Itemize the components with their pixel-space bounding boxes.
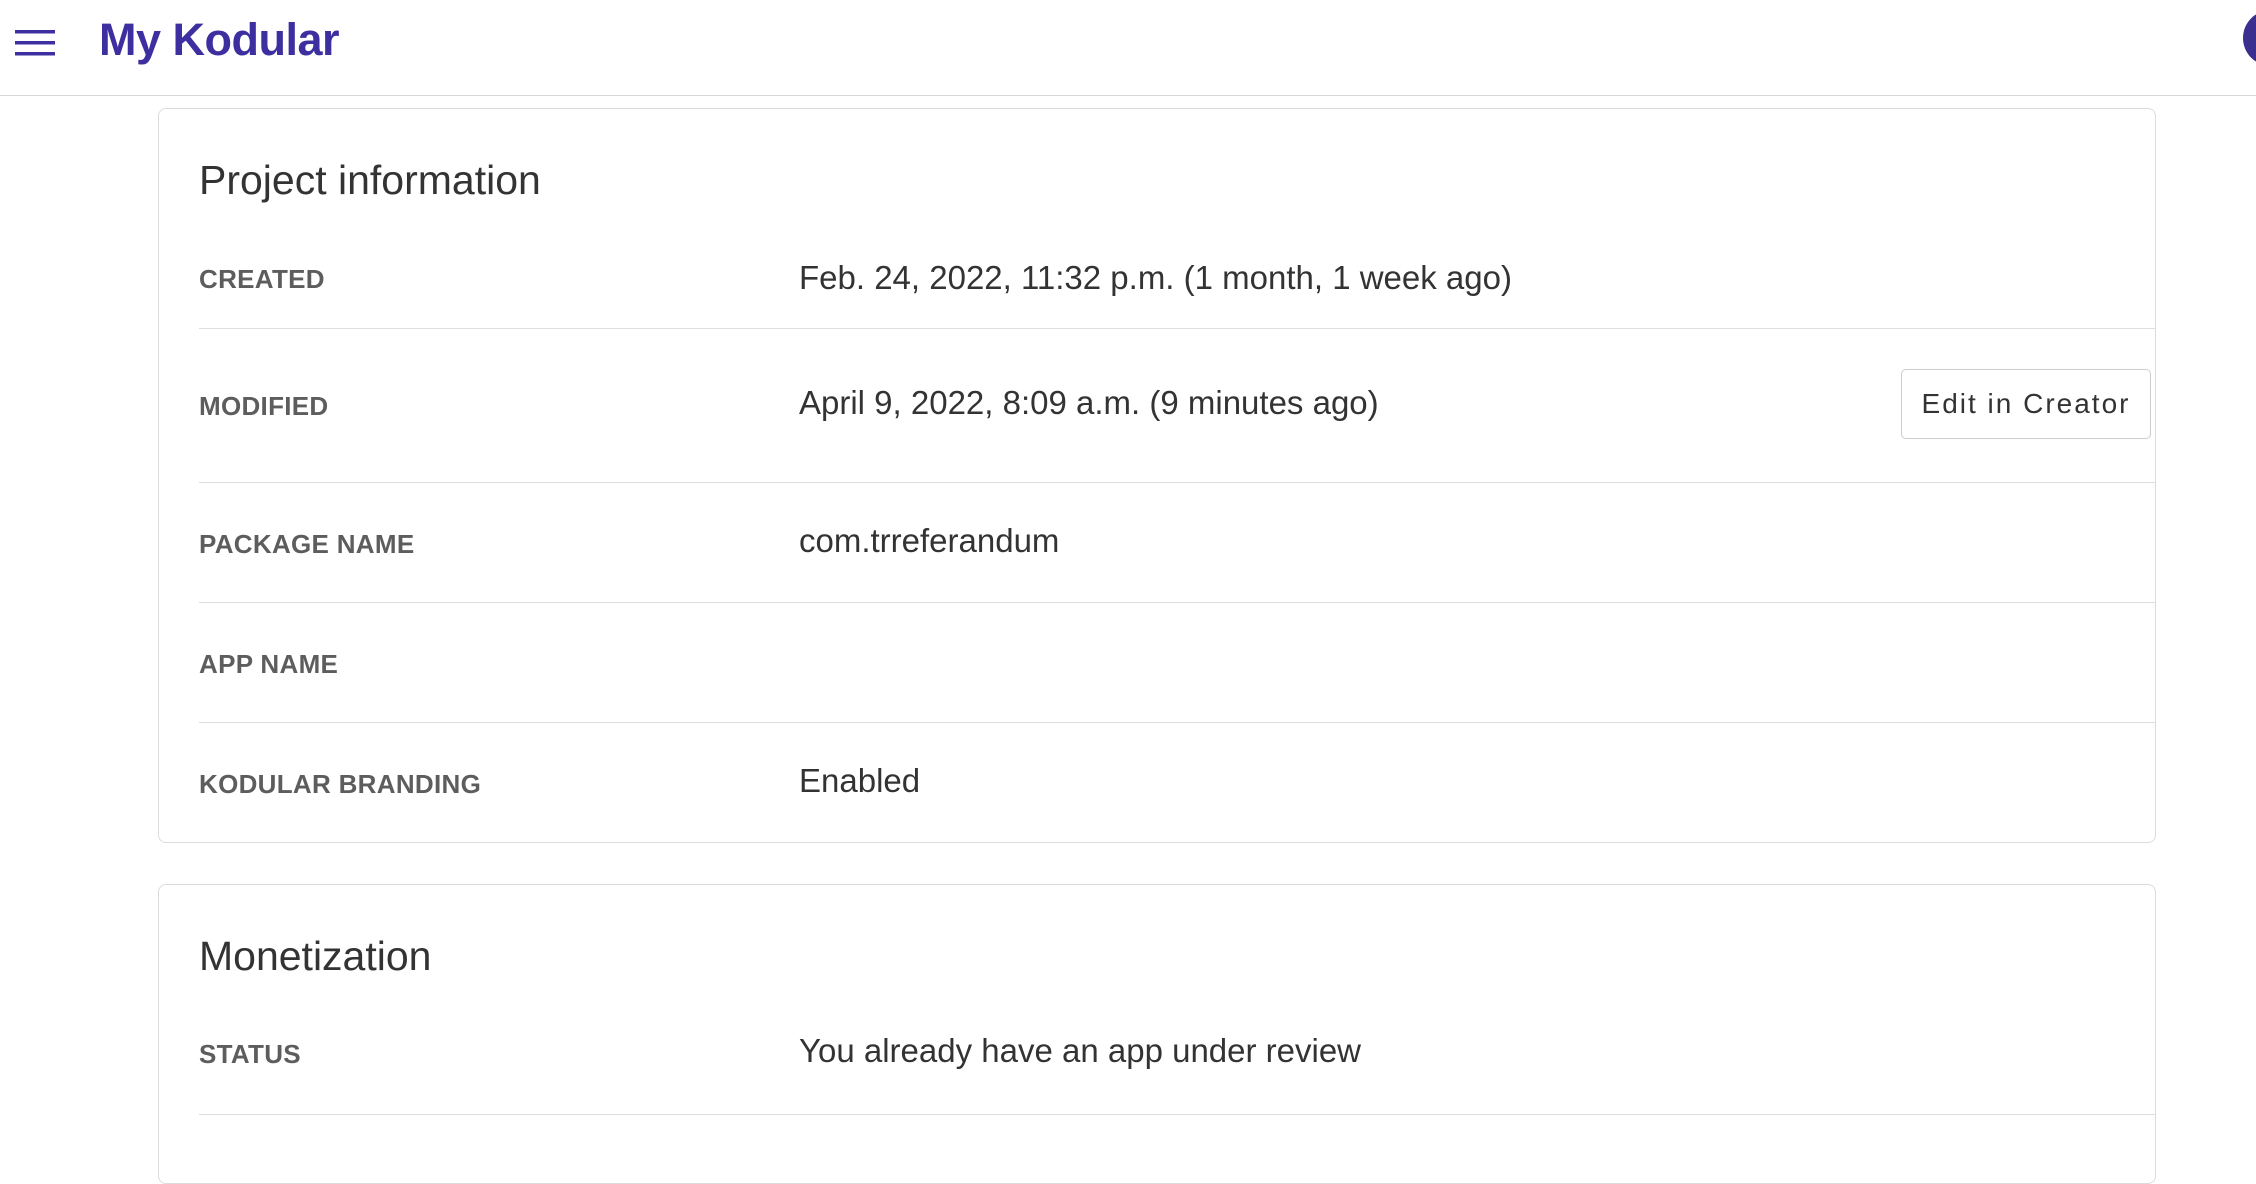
status-label: STATUS <box>199 1039 301 1069</box>
row-kodular-branding: KODULAR BRANDING Enabled <box>199 723 2155 843</box>
row-app-name: APP NAME <box>199 603 2155 723</box>
modified-value: April 9, 2022, 8:09 a.m. (9 minutes ago) <box>799 384 1379 421</box>
package-name-value: com.trreferandum <box>799 522 1060 559</box>
app-title[interactable]: My Kodular <box>99 12 340 68</box>
row-package-name: PACKAGE NAME com.trreferandum <box>199 483 2155 603</box>
card-title-project-information: Project information <box>199 157 541 203</box>
menu-icon[interactable] <box>15 28 55 58</box>
monetization-card: Monetization STATUS You already have an … <box>158 884 2156 1184</box>
created-label: CREATED <box>199 264 325 294</box>
card-title-monetization: Monetization <box>199 933 432 979</box>
package-name-label: PACKAGE NAME <box>199 529 415 559</box>
kodular-branding-label: KODULAR BRANDING <box>199 769 482 799</box>
edit-in-creator-button[interactable]: Edit in Creator <box>1901 369 2151 439</box>
created-value: Feb. 24, 2022, 11:32 p.m. (1 month, 1 we… <box>799 259 1512 296</box>
avatar[interactable] <box>2243 10 2256 66</box>
row-status: STATUS You already have an app under rev… <box>199 995 2155 1115</box>
row-modified: MODIFIED April 9, 2022, 8:09 a.m. (9 min… <box>199 329 2155 483</box>
modified-label: MODIFIED <box>199 391 329 421</box>
project-information-card: Project information CREATED Feb. 24, 202… <box>158 108 2156 843</box>
top-app-bar: My Kodular <box>0 0 2256 96</box>
status-value: You already have an app under review <box>799 1032 1362 1069</box>
row-created: CREATED Feb. 24, 2022, 11:32 p.m. (1 mon… <box>199 219 2155 329</box>
kodular-branding-value: Enabled <box>799 762 921 799</box>
app-name-label: APP NAME <box>199 649 339 679</box>
